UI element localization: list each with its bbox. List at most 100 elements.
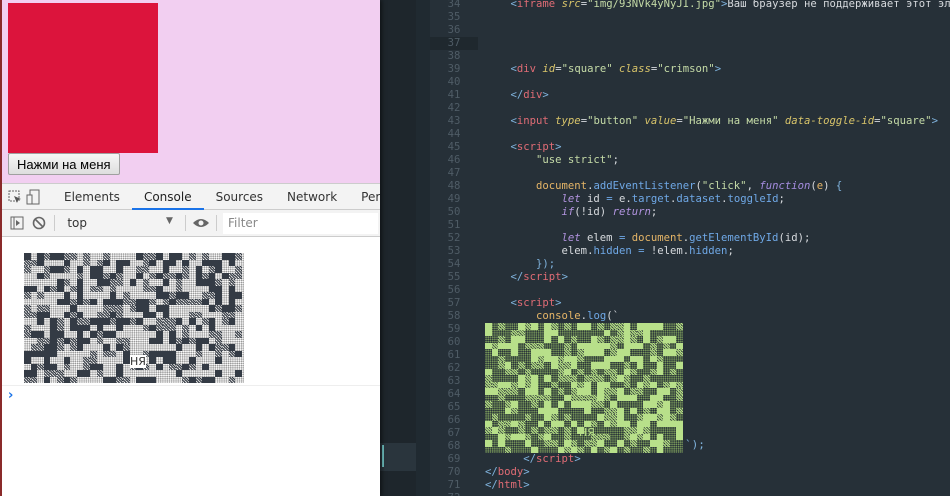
art-block	[215, 292, 222, 299]
art-block	[169, 253, 176, 260]
context-selector[interactable]: top ▼	[61, 216, 179, 230]
code-line[interactable]: 37	[430, 37, 950, 50]
code-line[interactable]: 51	[430, 219, 950, 232]
tab-console[interactable]: Console	[131, 184, 204, 210]
art-block	[597, 433, 604, 440]
art-block	[195, 266, 203, 273]
code-line[interactable]: 39 <div id="square" class="crimson">	[430, 63, 950, 76]
art-block	[83, 370, 90, 377]
tab-performance[interactable]: Perf	[349, 184, 380, 210]
art-block	[103, 311, 110, 318]
code-token: script	[536, 453, 575, 465]
code-line[interactable]: 34 <iframe src="img/93NVk4yNyJI.jpg">Ваш…	[430, 0, 950, 11]
art-block	[24, 292, 31, 299]
art-block	[518, 375, 525, 382]
inspect-element-icon[interactable]	[8, 187, 22, 207]
line-number: 54	[447, 258, 461, 270]
code-line[interactable]: 58 console.log(`	[430, 310, 950, 323]
code-line[interactable]: 36	[430, 24, 950, 37]
art-block	[109, 285, 117, 292]
code-line[interactable]: 38	[430, 50, 950, 63]
art-block	[676, 388, 683, 395]
art-block	[544, 388, 551, 395]
art-block	[584, 375, 591, 382]
art-block	[531, 375, 538, 382]
code-line[interactable]: 55 </script>	[430, 271, 950, 284]
code-line[interactable]: 43 <input type="button" value="Нажми на …	[430, 115, 950, 128]
art-block	[557, 375, 565, 382]
art-block	[195, 350, 203, 357]
art-block	[630, 440, 637, 447]
art-block	[96, 331, 104, 338]
art-block	[189, 337, 196, 344]
code-line[interactable]: 69 </script>	[430, 453, 950, 466]
art-block	[83, 324, 90, 331]
live-expression-eye-icon[interactable]	[192, 213, 210, 233]
code-line[interactable]: 45 <script>	[430, 141, 950, 154]
code-line[interactable]: 57 <script>	[430, 297, 950, 310]
code-line[interactable]: 53 elem.hidden = !elem.hidden;	[430, 245, 950, 258]
art-block	[518, 323, 525, 330]
code-line[interactable]: 48 document.addEventListener("click", fu…	[430, 180, 950, 193]
art-block	[57, 337, 64, 344]
code-line[interactable]: 40	[430, 76, 950, 89]
art-block	[498, 427, 505, 434]
art-block	[617, 420, 624, 427]
toggle-button[interactable]: Нажми на меня	[8, 153, 120, 175]
show-sidebar-icon[interactable]	[8, 213, 26, 233]
art-block	[182, 272, 189, 279]
code-line[interactable]: 44	[430, 128, 950, 141]
art-block	[610, 420, 617, 427]
art-block	[195, 311, 203, 318]
art-block	[617, 388, 624, 395]
art-block	[570, 388, 578, 395]
code-line[interactable]: 41 </div>	[430, 89, 950, 102]
art-block	[57, 266, 64, 273]
art-block	[149, 285, 156, 292]
art-block	[544, 440, 551, 447]
tab-sources[interactable]: Sources	[204, 184, 275, 210]
code-line[interactable]: 71 </html>	[430, 479, 950, 492]
art-block	[643, 401, 650, 408]
code-line[interactable]: 50 if(!id) return;	[430, 206, 950, 219]
art-block	[162, 324, 170, 331]
art-block	[544, 329, 551, 336]
art-block	[630, 342, 637, 349]
art-block	[511, 349, 518, 356]
code-line[interactable]: 35	[430, 11, 950, 24]
tab-network[interactable]: Network	[275, 184, 349, 210]
art-block	[162, 350, 170, 357]
code-line[interactable]: 42	[430, 102, 950, 115]
filter-input[interactable]	[223, 212, 378, 234]
art-block	[96, 363, 104, 370]
code-line[interactable]: 54 });	[430, 258, 950, 271]
code-line[interactable]: 47	[430, 167, 950, 180]
art-block	[564, 355, 571, 362]
code-line[interactable]: 72	[430, 492, 950, 496]
clear-console-icon[interactable]	[30, 213, 48, 233]
code-line[interactable]: 46 "use strict";	[430, 154, 950, 167]
divider	[184, 215, 186, 231]
art-block	[43, 305, 51, 312]
art-block	[109, 298, 117, 305]
code-line[interactable]: 49 let id = e.target.dataset.toggleId;	[430, 193, 950, 206]
art-block	[149, 311, 156, 318]
art-block	[518, 381, 525, 388]
art-block	[90, 272, 97, 279]
art-block	[83, 337, 90, 344]
device-toolbar-icon[interactable]	[26, 187, 40, 207]
art-block	[96, 285, 104, 292]
art-block	[597, 401, 604, 408]
art-block	[597, 388, 604, 395]
art-block	[37, 253, 44, 260]
line-number: 52	[447, 232, 461, 244]
code-token: </	[485, 89, 524, 101]
code-token: console	[485, 310, 581, 322]
tab-elements[interactable]: Elements	[52, 184, 132, 210]
console-prompt[interactable]: ›	[2, 385, 380, 407]
code-line[interactable]: 56	[430, 284, 950, 297]
code-line[interactable]: 52 let elem = document.getElementById(id…	[430, 232, 950, 245]
code-line[interactable]: 70 </body>	[430, 466, 950, 479]
art-block	[228, 376, 236, 383]
editor-sidebar-active-item[interactable]	[380, 443, 416, 471]
